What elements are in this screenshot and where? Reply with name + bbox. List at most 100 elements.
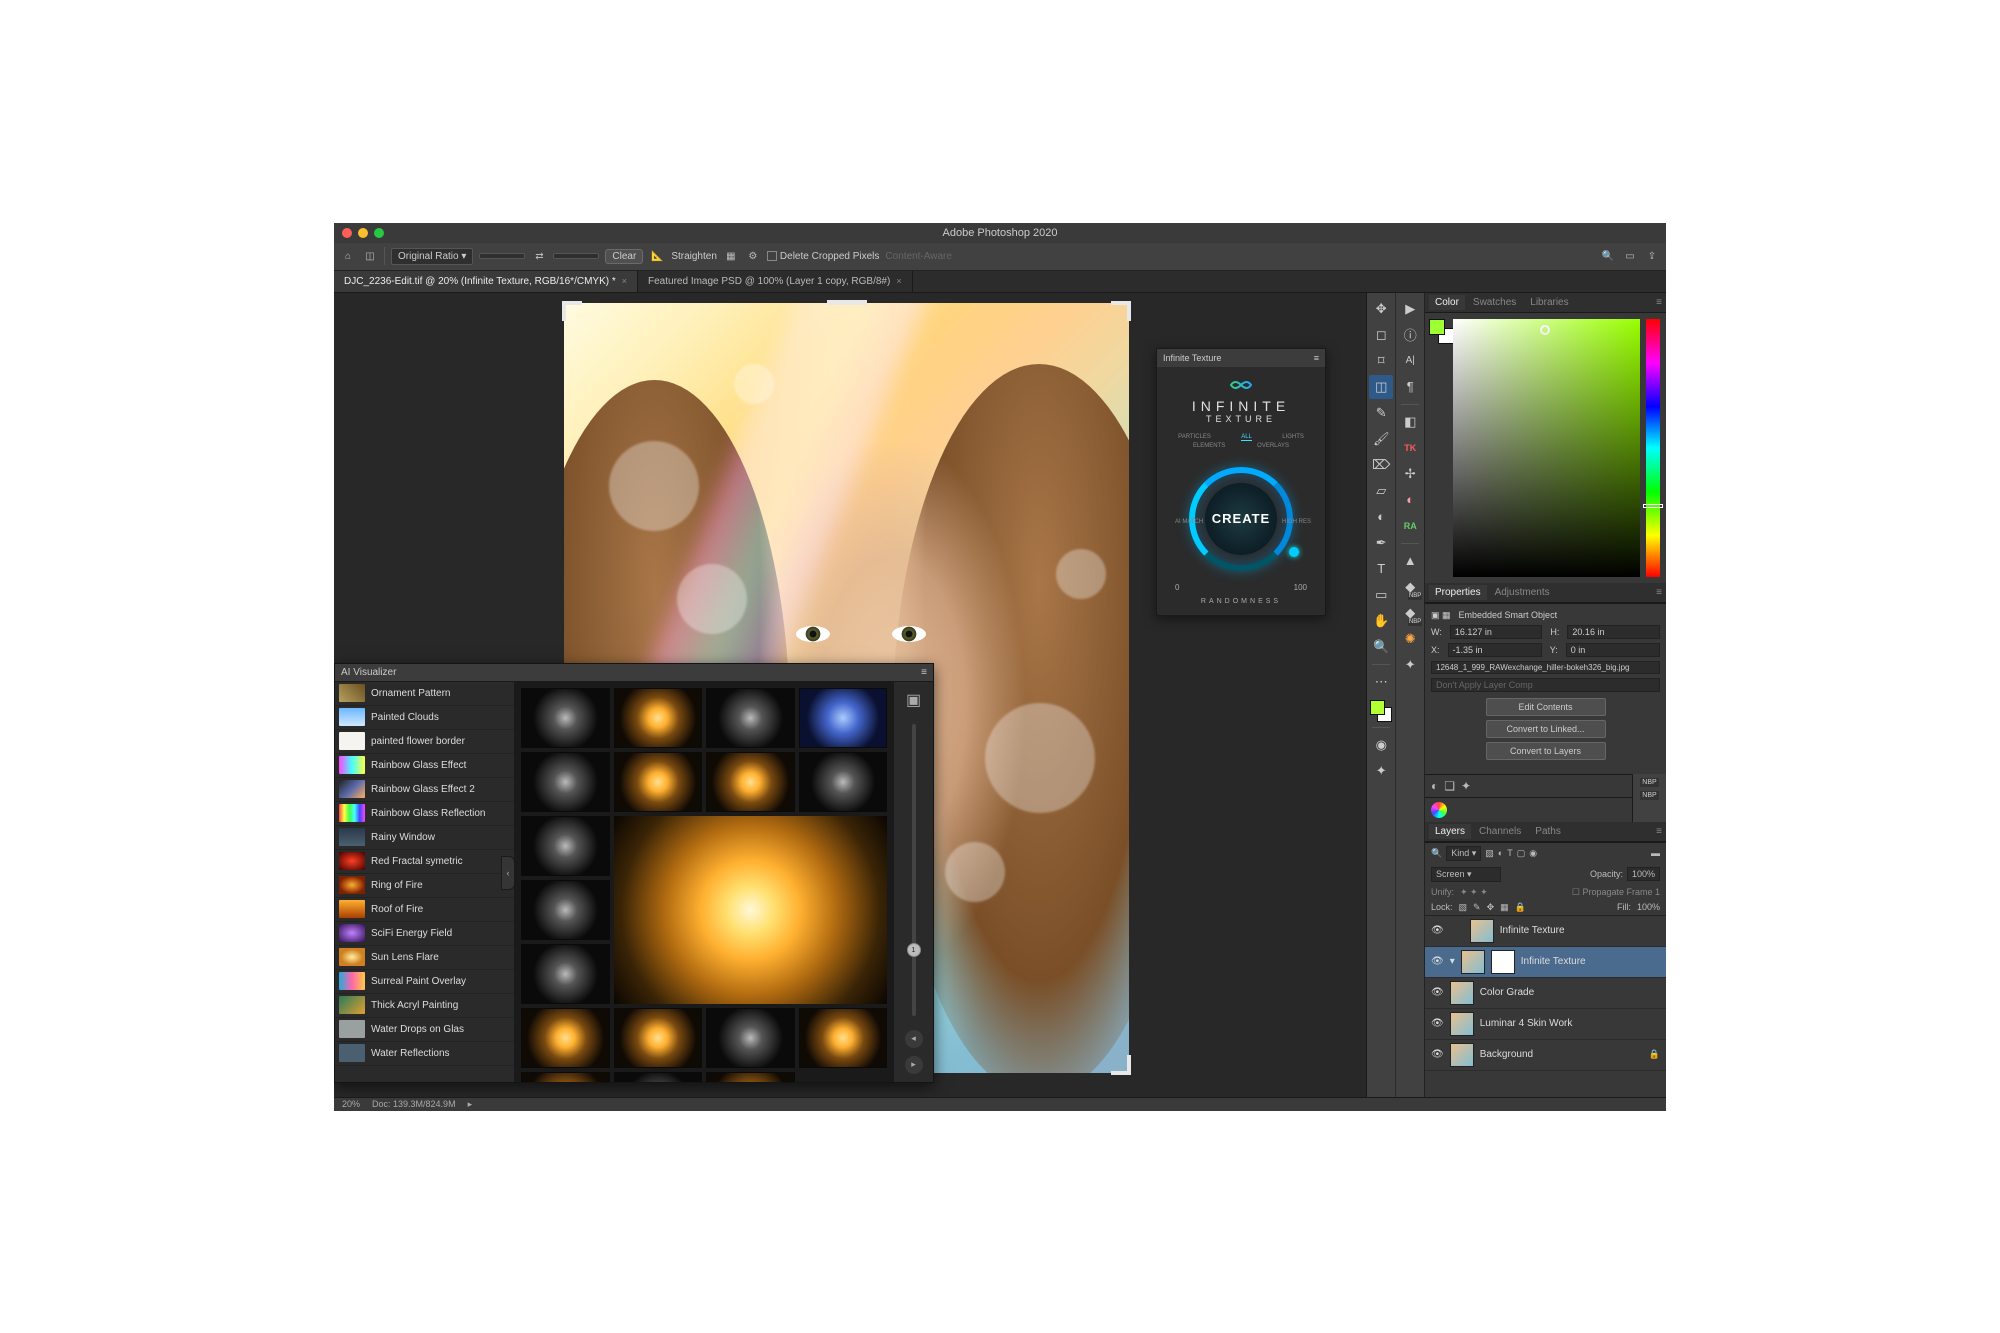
- preset-item[interactable]: Red Fractal symetric: [335, 850, 514, 874]
- edit-toolbar-icon[interactable]: ⋯: [1369, 670, 1393, 694]
- lock-icon[interactable]: ✥: [1487, 902, 1495, 913]
- home-icon[interactable]: ⌂: [340, 248, 356, 264]
- color-picker[interactable]: [1425, 313, 1666, 583]
- lasso-tool-icon[interactable]: ⌑: [1369, 349, 1393, 373]
- clear-button[interactable]: Clear: [605, 249, 643, 264]
- preset-item[interactable]: Water Drops on Glas: [335, 1018, 514, 1042]
- filter-kind-dropdown[interactable]: Kind ▾: [1446, 846, 1481, 861]
- layer-row[interactable]: 👁Background🔒: [1425, 1040, 1666, 1071]
- layer-comp-dropdown[interactable]: Don't Apply Layer Comp: [1431, 678, 1660, 692]
- plugin-icon[interactable]: ✦: [1398, 653, 1422, 677]
- zoom-in-icon[interactable]: ▣: [906, 690, 921, 710]
- hue-slider[interactable]: [1646, 319, 1660, 577]
- preset-item[interactable]: Water Reflections: [335, 1042, 514, 1066]
- preset-item[interactable]: Sun Lens Flare: [335, 946, 514, 970]
- ratio-dropdown[interactable]: Original Ratio ▾: [391, 248, 473, 265]
- randomness-dial[interactable]: CREATE AI MATCH HIGH RES: [1181, 459, 1301, 579]
- filter-toggle[interactable]: ▬: [1651, 848, 1660, 858]
- visibility-eye-icon[interactable]: 👁: [1431, 1049, 1444, 1060]
- pen-tool-icon[interactable]: ✒: [1369, 531, 1393, 555]
- panel-menu-icon[interactable]: ≡: [921, 667, 927, 678]
- close-tab-icon[interactable]: ×: [622, 276, 627, 286]
- layer-name[interactable]: Infinite Texture: [1521, 956, 1660, 967]
- crop-handle[interactable]: [1111, 1055, 1131, 1075]
- preset-item[interactable]: painted flower border: [335, 730, 514, 754]
- tab-libraries[interactable]: Libraries: [1524, 295, 1574, 310]
- styles-icon[interactable]: ◧: [1398, 410, 1422, 434]
- nbp-plugin-icon[interactable]: NBP: [1640, 791, 1658, 800]
- preset-item[interactable]: Rainy Window: [335, 826, 514, 850]
- lock-icon[interactable]: ▦: [1500, 902, 1509, 913]
- y-field[interactable]: 0 in: [1566, 643, 1660, 657]
- collapse-handle[interactable]: ‹: [501, 856, 515, 890]
- tab-properties[interactable]: Properties: [1429, 585, 1487, 600]
- edit-contents-button[interactable]: Edit Contents: [1486, 698, 1606, 716]
- opacity-field[interactable]: 100%: [1627, 867, 1660, 881]
- marquee-tool-icon[interactable]: ◻: [1369, 323, 1393, 347]
- category[interactable]: OVERLAYS: [1257, 443, 1289, 449]
- preset-item[interactable]: Ring of Fire: [335, 874, 514, 898]
- plugin-icon[interactable]: ✦: [1369, 759, 1393, 783]
- preset-list[interactable]: Ornament PatternPainted Cloudspainted fl…: [335, 682, 515, 1082]
- height-field[interactable]: [553, 253, 599, 259]
- category[interactable]: LIGHTS: [1282, 434, 1304, 441]
- share-icon[interactable]: ⇪: [1644, 248, 1660, 264]
- preset-item[interactable]: Rainbow Glass Reflection: [335, 802, 514, 826]
- ai-visualizer-panel[interactable]: AI Visualizer≡ Ornament PatternPainted C…: [334, 663, 934, 1083]
- crop-handle[interactable]: [562, 301, 582, 321]
- adjustment-icon[interactable]: ◐: [1431, 779, 1438, 793]
- layer-name[interactable]: Color Grade: [1480, 987, 1660, 998]
- crop-tool-icon[interactable]: ◫: [1369, 375, 1393, 399]
- preset-item[interactable]: Rainbow Glass Effect: [335, 754, 514, 778]
- tab-color[interactable]: Color: [1429, 295, 1465, 310]
- hand-tool-icon[interactable]: ✋: [1369, 609, 1393, 633]
- screen-mode-icon[interactable]: ▭: [1622, 248, 1638, 264]
- height-field[interactable]: 20.16 in: [1567, 625, 1660, 639]
- lock-icon[interactable]: 🔒: [1515, 902, 1526, 913]
- search-icon[interactable]: 🔍: [1600, 248, 1616, 264]
- zoom-slider[interactable]: 1: [912, 724, 916, 1016]
- visibility-eye-icon[interactable]: 👁: [1431, 956, 1444, 967]
- shape-tool-icon[interactable]: ▭: [1369, 583, 1393, 607]
- plugin-icon[interactable]: ✺: [1398, 627, 1422, 651]
- preset-item[interactable]: Surreal Paint Overlay: [335, 970, 514, 994]
- layer-row[interactable]: 👁Infinite Texture: [1425, 916, 1666, 947]
- gradient-tool-icon[interactable]: ◐: [1369, 505, 1393, 529]
- text-tool-icon[interactable]: T: [1369, 557, 1393, 581]
- plugin-pink-icon[interactable]: ✢: [1398, 462, 1422, 486]
- panel-menu-icon[interactable]: ≡: [1656, 826, 1662, 837]
- category[interactable]: ELEMENTS: [1193, 443, 1225, 449]
- lock-icon[interactable]: ▧: [1459, 902, 1468, 913]
- paragraph-icon[interactable]: ¶: [1398, 375, 1422, 399]
- filter-icon[interactable]: ◐: [1498, 848, 1503, 858]
- zoom-tool-icon[interactable]: 🔍: [1369, 635, 1393, 659]
- arrow-icon[interactable]: ▶: [1398, 297, 1422, 321]
- preset-item[interactable]: Ornament Pattern: [335, 682, 514, 706]
- nbp-plugin-icon[interactable]: NBP◆: [1398, 601, 1422, 625]
- panel-menu-icon[interactable]: ≡: [1314, 353, 1319, 363]
- layer-row[interactable]: 👁▾Infinite Texture: [1425, 947, 1666, 978]
- adjustment-icon[interactable]: ✦: [1461, 779, 1471, 793]
- prev-page-icon[interactable]: ◂: [905, 1030, 923, 1048]
- crop-handle[interactable]: [827, 300, 867, 305]
- preset-item[interactable]: Roof of Fire: [335, 898, 514, 922]
- preset-item[interactable]: SciFi Energy Field: [335, 922, 514, 946]
- convert-linked-button[interactable]: Convert to Linked...: [1486, 720, 1606, 738]
- brush-tool-icon[interactable]: 🖌: [1369, 427, 1393, 451]
- tab-channels[interactable]: Channels: [1473, 824, 1527, 839]
- layer-row[interactable]: 👁Color Grade: [1425, 978, 1666, 1009]
- category[interactable]: PARTICLES: [1178, 434, 1211, 441]
- clone-stamp-tool-icon[interactable]: ⌦: [1369, 453, 1393, 477]
- settings-gear-icon[interactable]: ⚙: [745, 248, 761, 264]
- swap-icon[interactable]: ⇄: [531, 248, 547, 264]
- eraser-tool-icon[interactable]: ▱: [1369, 479, 1393, 503]
- color-swatches[interactable]: [1370, 700, 1392, 722]
- layer-name[interactable]: Luminar 4 Skin Work: [1480, 1018, 1660, 1029]
- x-field[interactable]: -1.35 in: [1448, 643, 1542, 657]
- layer-name[interactable]: Infinite Texture: [1500, 925, 1660, 936]
- blend-mode-dropdown[interactable]: Screen ▾: [1431, 867, 1501, 882]
- document-tab[interactable]: Featured Image PSD @ 100% (Layer 1 copy,…: [638, 271, 913, 292]
- preset-item[interactable]: Rainbow Glass Effect 2: [335, 778, 514, 802]
- preview-grid[interactable]: [515, 682, 893, 1082]
- crop-handle[interactable]: [1111, 301, 1131, 321]
